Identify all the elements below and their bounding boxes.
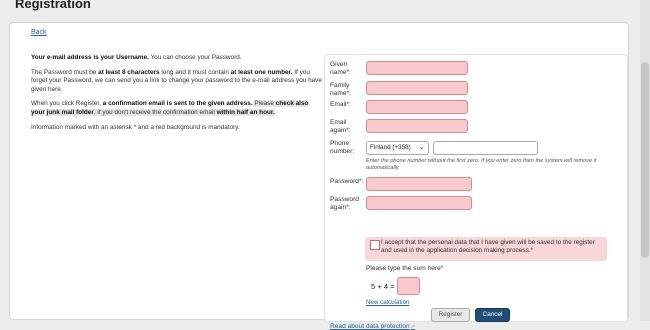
email-again-label: Email again*: (330, 119, 351, 134)
email-input[interactable] (366, 100, 468, 114)
country-code-value: Finland (+358) (370, 144, 411, 151)
external-link-icon: ↗ (410, 324, 415, 330)
family-name-input[interactable] (366, 81, 468, 95)
password-label: Password*: (330, 178, 364, 185)
info-paragraph-mandatory: Information marked with an asterisk * an… (31, 123, 240, 131)
sum-input[interactable] (397, 277, 420, 295)
data-protection-link[interactable]: Read about data protection↗ (330, 323, 415, 330)
info-paragraph-username: Your e-mail address is your Username. Yo… (31, 54, 242, 61)
scrollbar-thumb[interactable] (641, 62, 649, 258)
email-again-input[interactable] (366, 119, 468, 133)
family-name-label: Family name*: (330, 82, 351, 97)
phone-number-input[interactable] (433, 141, 538, 155)
sum-expression: 5 + 4 = (371, 282, 395, 291)
page-title: Registration (15, 0, 91, 11)
consent-box: I accept that the personal data that I h… (365, 237, 607, 261)
registration-info: Your e-mail address is your Username. Yo… (31, 54, 323, 138)
password-again-input[interactable] (366, 196, 472, 210)
back-link[interactable]: Back (31, 29, 47, 36)
registration-form: Given name*: Family name*: Email*: Email ag… (324, 54, 628, 330)
registration-card: Back Your e-mail address is your Usernam… (9, 22, 629, 330)
given-name-input[interactable] (366, 61, 468, 75)
given-name-label: Given name*: (330, 61, 351, 76)
password-again-label: Password again*: (330, 196, 359, 211)
country-code-select[interactable]: Finland (+358) ⌄ (366, 141, 429, 155)
phone-hint: Enter the phone number without the first… (366, 158, 597, 172)
consent-text: I accept that the personal data that I h… (381, 239, 595, 255)
sum-label: Please type the sum here* (366, 265, 444, 272)
email-label: Email*: (330, 101, 351, 108)
page-scrollbar[interactable] (640, 0, 650, 321)
chevron-down-icon: ⌄ (418, 145, 424, 151)
info-paragraph-password: The Password must be at least 8 characte… (31, 68, 322, 93)
new-calculation-link[interactable]: New calculation (366, 299, 409, 306)
cancel-button[interactable]: Cancel (475, 308, 510, 322)
consent-checkbox[interactable] (370, 240, 380, 250)
register-button[interactable]: Register (431, 308, 470, 322)
phone-label: Phone number: (330, 140, 355, 155)
info-paragraph-confirmation: When you click Register, a confirmation … (31, 100, 309, 116)
password-input[interactable] (366, 177, 472, 191)
